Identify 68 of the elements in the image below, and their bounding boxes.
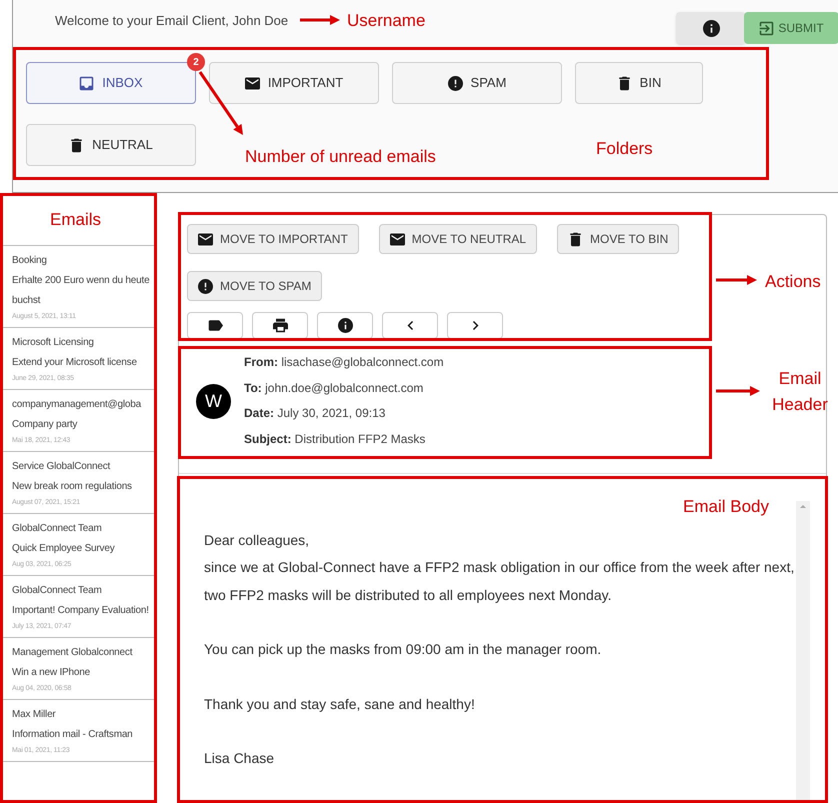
annotation-arrow — [716, 275, 757, 285]
header-field: To: john.doe@globalconnect.com — [244, 376, 444, 401]
email-subject: Information mail - Craftsman — [12, 728, 134, 742]
email-subject: Erhalte 200 Euro wenn du heute buchst — [12, 274, 150, 308]
info-button[interactable] — [676, 12, 746, 44]
folder-button[interactable]: BIN — [575, 62, 703, 104]
avatar: W — [196, 384, 231, 418]
annotation-label: Number of unread emails — [245, 146, 436, 168]
action-button[interactable]: MOVE TO BIN — [557, 224, 680, 254]
folder-button[interactable]: IMPORTANT — [209, 62, 379, 104]
header-field: Date: July 30, 2021, 09:13 — [244, 401, 444, 426]
tag-icon — [208, 318, 222, 333]
body-text-line: since we at Global-Connect have a FFP2 mask obligation in our office from the week after next, — [204, 558, 794, 578]
body-text-line: two FFP2 masks will be distributed to all employees next Monday. — [204, 586, 612, 605]
envelope-icon — [198, 232, 213, 246]
annotation-label: Emails — [50, 209, 102, 231]
toolbar-button[interactable] — [187, 312, 243, 339]
action-button[interactable]: MOVE TO IMPORTANT — [187, 224, 359, 254]
folder-button[interactable]: SPAM — [392, 62, 562, 104]
unread-badge: 2 — [187, 53, 205, 71]
annotation-label: Username — [347, 10, 426, 32]
toolbar-button[interactable] — [317, 312, 373, 339]
scrollbar[interactable] — [796, 501, 810, 803]
action-button[interactable]: MOVE TO NEUTRAL — [378, 224, 538, 254]
envelope-icon — [244, 76, 260, 90]
email-subject: Company party — [12, 418, 78, 432]
email-sender: companymanagement@globa — [12, 398, 141, 412]
folder-button[interactable]: NEUTRAL — [26, 124, 196, 166]
annotation-arrow — [198, 71, 243, 135]
email-subject: Extend your Microsoft license — [12, 356, 138, 370]
email-sender: Service GlobalConnect — [12, 460, 110, 474]
email-sender: GlobalConnect Team — [12, 522, 102, 536]
trash-icon — [69, 138, 84, 152]
submit-button[interactable]: SUBMIT — [744, 12, 838, 44]
trash-icon — [568, 232, 584, 246]
body-text-line: Lisa Chase — [204, 749, 274, 768]
annotation-arrow — [300, 15, 340, 25]
header-field: Subject: Distribution FFP2 Masks — [244, 426, 444, 452]
enter-icon — [759, 20, 774, 36]
header-field: From: lisachase@globalconnect.com — [244, 350, 444, 376]
body-text-line: Dear colleagues, — [204, 531, 310, 550]
annotation-label: Actions — [765, 271, 821, 293]
annotation-arrow — [716, 386, 760, 396]
toolbar-button[interactable] — [252, 312, 308, 339]
alert-icon — [198, 278, 213, 294]
printer-icon — [272, 318, 288, 333]
email-subject: Important! Company Evaluation! — [12, 604, 150, 618]
email-sender: Management Globalconnect — [12, 646, 132, 660]
welcome-text: Welcome to your Email Client, John Doe — [55, 12, 288, 30]
email-subject: Win a new IPhone — [12, 666, 91, 680]
annotation-label: Email Body — [683, 496, 769, 518]
alert-icon — [448, 76, 463, 90]
trash-icon — [616, 76, 632, 90]
annotation-label: Email Header — [771, 368, 829, 416]
email-sender: Max Miller — [12, 708, 56, 722]
email-sender: Microsoft Licensing — [12, 336, 94, 350]
annotation-label: Folders — [596, 138, 653, 160]
email-subject: New break room regulations — [12, 480, 133, 494]
inbox-icon — [79, 76, 94, 90]
body-text-line: Thank you and stay safe, sane and healthy! — [204, 694, 475, 714]
info-icon — [702, 20, 720, 36]
info-icon — [338, 318, 352, 333]
email-sender: Booking — [12, 254, 47, 268]
body-text-line: You can pick up the masks from 09:00 am in the manager room. — [204, 640, 602, 660]
email-sender: GlobalConnect Team — [12, 584, 102, 598]
envelope-icon — [390, 232, 405, 246]
action-button[interactable]: MOVE TO SPAM — [187, 271, 322, 301]
email-subject: Quick Employee Survey — [12, 542, 116, 556]
